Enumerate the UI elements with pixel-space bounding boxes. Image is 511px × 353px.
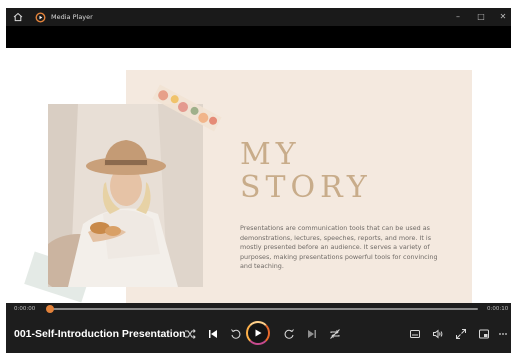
media-title: 001-Self-Introduction Presentation <box>14 328 186 340</box>
fullscreen-icon[interactable] <box>453 326 469 342</box>
control-bar: 001-Self-Introduction Presentation <box>6 315 511 353</box>
volume-icon[interactable] <box>430 326 446 342</box>
video-letterbox-top <box>6 26 511 48</box>
slide-heading-line1: MY <box>240 137 301 172</box>
next-icon[interactable] <box>304 326 320 342</box>
total-time: 0:00:10 <box>487 306 509 312</box>
maximize-icon[interactable]: □ <box>475 11 487 23</box>
subtitles-icon[interactable] <box>407 326 423 342</box>
video-surface[interactable]: MY STORY Presentations are communication… <box>6 48 511 303</box>
seek-track[interactable] <box>50 308 478 310</box>
shuffle-icon[interactable] <box>182 326 198 342</box>
seek-thumb[interactable] <box>46 305 54 313</box>
forward-30-icon[interactable] <box>281 326 297 342</box>
woman-photo <box>48 104 203 287</box>
play-button[interactable] <box>246 321 270 345</box>
home-icon[interactable] <box>12 11 24 23</box>
slide-paragraph: Presentations are communication tools th… <box>240 224 438 271</box>
media-player-logo-icon <box>34 11 46 23</box>
current-time: 0:00:00 <box>14 306 36 312</box>
more-icon[interactable] <box>495 326 511 342</box>
title-bar: Media Player – □ ✕ <box>6 8 511 26</box>
previous-icon[interactable] <box>205 326 221 342</box>
repeat-icon[interactable] <box>327 326 343 342</box>
app-title: Media Player <box>51 13 93 21</box>
miniplayer-icon[interactable] <box>476 326 492 342</box>
slide-heading-line2: STORY <box>240 170 372 205</box>
seek-bar[interactable]: 0:00:00 0:00:10 <box>6 303 511 315</box>
close-icon[interactable]: ✕ <box>497 11 509 23</box>
minimize-icon[interactable]: – <box>452 11 464 23</box>
play-icon <box>255 329 262 337</box>
media-player-window: Media Player – □ ✕ MY STORY Presentation… <box>6 8 511 353</box>
rewind-10-icon[interactable] <box>228 326 244 342</box>
